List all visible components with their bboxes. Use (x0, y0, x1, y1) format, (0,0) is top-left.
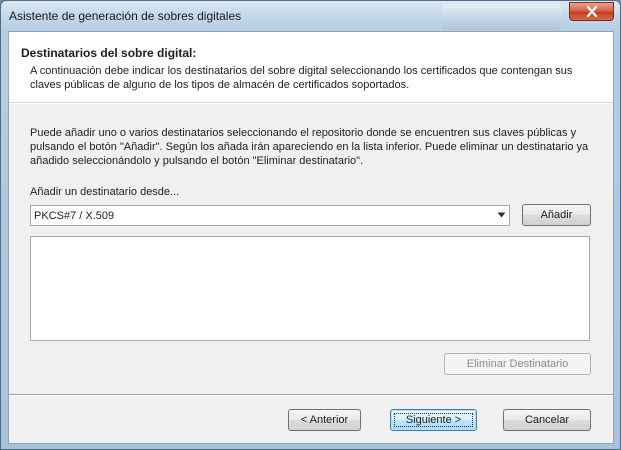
instructions-text: Puede añadir uno o varios destinatarios … (30, 127, 589, 167)
focus-rectangle (394, 413, 473, 427)
header-divider (9, 103, 613, 104)
repository-select[interactable]: PKCS#7 / X.509 (30, 205, 510, 226)
wizard-window: Asistente de generación de sobres digita… (0, 0, 621, 450)
chevron-down-icon (497, 212, 506, 218)
close-button[interactable] (569, 2, 614, 21)
background-window-ghost (441, 4, 561, 30)
next-button[interactable]: Siguiente > (390, 409, 477, 431)
step-header: Destinatarios del sobre digital: A conti… (9, 32, 613, 103)
step-title: Destinatarios del sobre digital: (21, 46, 197, 60)
back-button[interactable]: < Anterior (288, 409, 361, 431)
cancel-button[interactable]: Cancelar (503, 409, 591, 431)
add-from-label: Añadir un destinatario desde... (30, 186, 180, 198)
recipients-list[interactable] (30, 236, 590, 341)
add-recipient-button[interactable]: Añadir (522, 204, 591, 226)
step-description: A continuación debe indicar los destinat… (30, 65, 573, 91)
repository-select-value: PKCS#7 / X.509 (34, 209, 115, 222)
wizard-body: Destinatarios del sobre digital: A conti… (8, 31, 614, 444)
title-bar[interactable]: Asistente de generación de sobres digita… (1, 1, 620, 31)
window-title: Asistente de generación de sobres digita… (9, 9, 242, 23)
close-icon (586, 6, 597, 17)
remove-recipient-button[interactable]: Eliminar Destinatario (444, 353, 591, 375)
footer-divider (9, 394, 613, 396)
